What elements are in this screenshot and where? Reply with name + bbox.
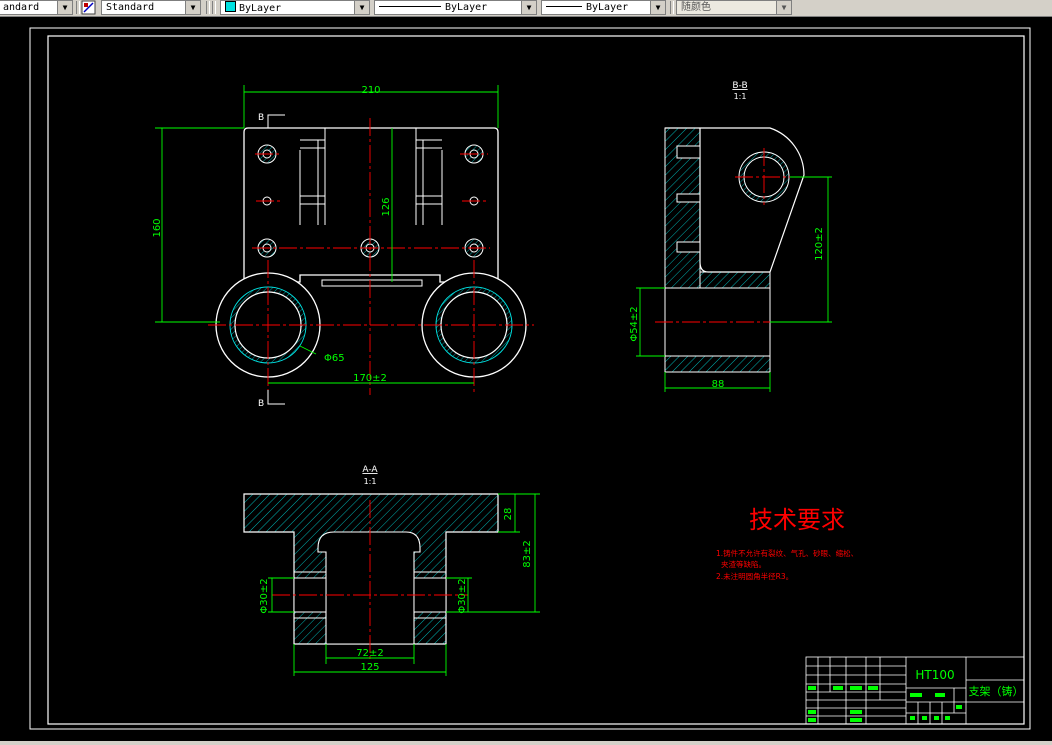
section-bb-title: B-B bbox=[732, 81, 747, 91]
section-aa bbox=[243, 493, 499, 645]
dim-phi30-left: Φ30±2 bbox=[259, 578, 270, 613]
dim-72: 72±2 bbox=[356, 648, 383, 659]
title-block-cell-marks bbox=[808, 686, 962, 722]
status-bar bbox=[0, 741, 1052, 745]
section-label-b-top: B bbox=[258, 113, 264, 123]
text-style-value: andard bbox=[3, 2, 40, 13]
section-aa-scale: 1:1 bbox=[364, 477, 377, 486]
chevron-down-icon[interactable]: ▼ bbox=[57, 1, 72, 14]
title-block-part-name: 支架（铸） bbox=[969, 684, 1024, 698]
chevron-down-icon[interactable]: ▼ bbox=[354, 1, 369, 14]
section-bb bbox=[664, 127, 805, 373]
linetype-dropdown[interactable]: ByLayer ▼ bbox=[374, 0, 537, 15]
dim-126: 126 bbox=[381, 197, 392, 216]
dim-210: 210 bbox=[361, 85, 380, 96]
properties-toolbar: andard ▼ Standard ▼ ByLayer ▼ ByLayer ▼ … bbox=[0, 0, 1052, 17]
dim-120: 120±2 bbox=[814, 227, 825, 261]
drawing-canvas[interactable]: 210 160 126 Φ65 170±2 B B B-B 1:1 120±2 … bbox=[0, 16, 1052, 741]
tech-requirements-title: 技术要求 bbox=[749, 506, 845, 534]
inner-border bbox=[47, 35, 1025, 725]
chevron-down-icon[interactable]: ▼ bbox=[521, 1, 536, 14]
title-block-material: HT100 bbox=[915, 668, 954, 682]
dim-phi65: Φ65 bbox=[324, 353, 345, 364]
outer-border bbox=[29, 27, 1031, 730]
tech-requirement-line-3: 2.未注明圆角半径R3。 bbox=[716, 571, 793, 581]
plot-style-value: 随颜色 bbox=[681, 2, 711, 13]
top-view bbox=[215, 127, 527, 378]
tech-requirement-line-1: 1.铸件不允许有裂纹、气孔、砂眼、缩松、 bbox=[716, 548, 858, 558]
dim-170: 170±2 bbox=[353, 373, 387, 384]
chevron-down-icon[interactable]: ▼ bbox=[650, 1, 665, 14]
linetype-sample bbox=[379, 6, 441, 7]
chevron-down-icon[interactable]: ▼ bbox=[776, 1, 791, 14]
lineweight-value: ByLayer bbox=[586, 2, 629, 13]
text-style-dropdown[interactable]: andard ▼ bbox=[0, 0, 73, 15]
lineweight-dropdown[interactable]: ByLayer ▼ bbox=[541, 0, 666, 15]
dim-style-dropdown[interactable]: Standard ▼ bbox=[101, 0, 201, 15]
toolbar-separator bbox=[670, 1, 674, 14]
section-bb-scale: 1:1 bbox=[734, 92, 747, 101]
layer-color-value: ByLayer bbox=[239, 3, 282, 14]
section-label-b-bottom: B bbox=[258, 399, 264, 409]
dim-style-value: Standard bbox=[106, 2, 155, 13]
dim-28: 28 bbox=[503, 508, 514, 521]
dim-160: 160 bbox=[152, 218, 163, 237]
dim-125: 125 bbox=[360, 662, 379, 673]
lineweight-sample bbox=[546, 6, 582, 7]
dim-88: 88 bbox=[712, 379, 725, 390]
chevron-down-icon[interactable]: ▼ bbox=[185, 1, 200, 14]
dim-83: 83±2 bbox=[522, 540, 533, 567]
toolbar-separator bbox=[212, 1, 216, 14]
tech-requirement-line-2: 夹渣等缺陷。 bbox=[721, 559, 766, 569]
toolbar-separator bbox=[76, 1, 80, 14]
linetype-value: ByLayer bbox=[445, 2, 488, 13]
plot-style-dropdown[interactable]: 随颜色 ▼ bbox=[676, 0, 792, 15]
dim-phi30-right: Φ30±2 bbox=[457, 578, 468, 613]
color-swatch-icon bbox=[225, 1, 236, 12]
dim-phi54: Φ54±2 bbox=[629, 306, 640, 341]
layer-color-dropdown[interactable]: ByLayer ▼ bbox=[220, 0, 370, 15]
dimension-style-icon[interactable] bbox=[81, 0, 96, 15]
section-aa-title: A-A bbox=[362, 465, 378, 475]
toolbar-separator bbox=[206, 1, 210, 14]
